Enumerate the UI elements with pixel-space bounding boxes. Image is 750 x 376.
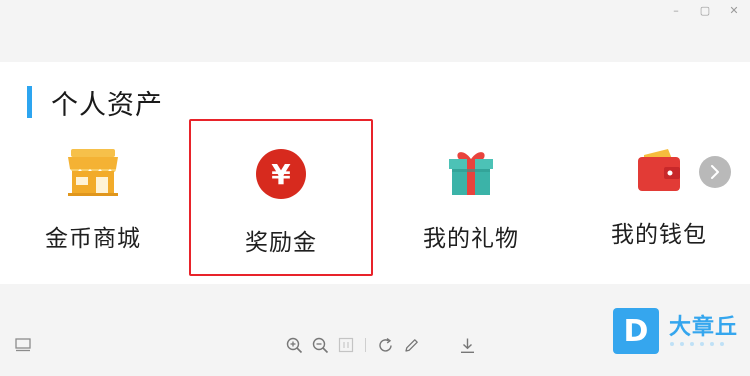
section-title: 个人资产 <box>51 89 163 121</box>
watermark-logo-letter: D <box>623 313 649 349</box>
download-icon <box>460 338 474 353</box>
toolbar-divider <box>365 338 366 352</box>
watermark-dots <box>670 342 724 346</box>
zoom-out-button[interactable] <box>311 336 329 354</box>
download-button[interactable] <box>458 336 476 354</box>
rotate-button[interactable] <box>376 336 394 354</box>
minimize-button[interactable]: – <box>670 4 682 17</box>
chevron-right-icon <box>711 165 719 179</box>
edit-icon <box>404 338 418 352</box>
assets-card: 个人资产 金币商城 ¥ 奖励金 我的礼物 我的钱包 <box>0 62 750 284</box>
thumbnail-toggle[interactable] <box>15 337 31 356</box>
section-header: 个人资产 <box>27 85 163 121</box>
zoom-out-icon <box>312 337 328 353</box>
maximize-button[interactable]: ▢ <box>699 4 711 17</box>
section-accent-bar <box>27 86 32 118</box>
close-button[interactable]: ✕ <box>728 4 740 17</box>
gift-icon <box>443 147 499 197</box>
window-controls: – ▢ ✕ <box>670 4 740 17</box>
wallet-icon <box>631 147 687 193</box>
rotate-icon <box>378 337 392 352</box>
asset-item-label: 金币商城 <box>45 226 141 252</box>
fit-icon <box>338 337 354 353</box>
highlight-box <box>189 119 373 276</box>
asset-item-label: 我的礼物 <box>423 226 519 252</box>
watermark-logo: D <box>613 308 659 354</box>
next-button[interactable] <box>699 156 731 188</box>
watermark: D 大章丘 <box>613 308 738 354</box>
asset-item-gifts[interactable]: 我的礼物 <box>396 147 546 252</box>
asset-item-label: 我的钱包 <box>611 222 707 248</box>
store-icon <box>65 147 121 197</box>
viewer-toolbar <box>285 336 476 354</box>
asset-item-coin-mall[interactable]: 金币商城 <box>18 147 168 252</box>
zoom-in-button[interactable] <box>285 336 303 354</box>
thumbnail-icon <box>15 338 31 352</box>
watermark-text: 大章丘 <box>669 315 739 340</box>
zoom-in-icon <box>286 337 302 353</box>
fit-button[interactable] <box>337 336 355 354</box>
edit-button[interactable] <box>402 336 420 354</box>
